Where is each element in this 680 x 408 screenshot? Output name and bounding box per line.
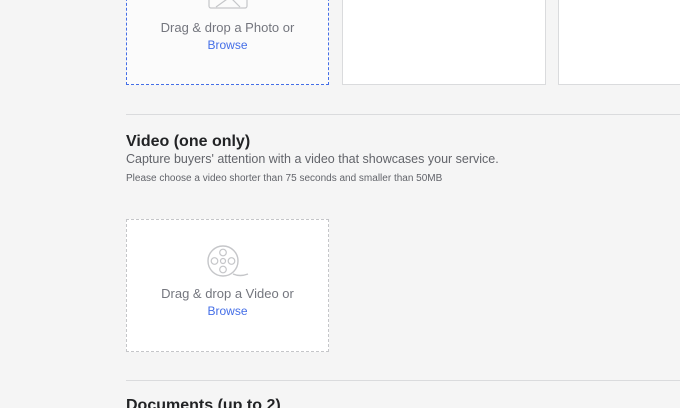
image-icon: [208, 0, 248, 9]
photo-dropzone-3[interactable]: [558, 0, 680, 85]
section-divider: [126, 114, 680, 115]
video-browse-link[interactable]: Browse: [127, 303, 328, 319]
documents-section-title: Documents (up to 2): [126, 397, 281, 408]
video-section-description: Capture buyers' attention with a video t…: [126, 152, 499, 166]
photo-browse-link[interactable]: Browse: [127, 37, 328, 53]
photo-dropzone-1[interactable]: Drag & drop a Photo or Browse: [126, 0, 329, 85]
video-drop-text: Drag & drop a Video or: [161, 286, 294, 301]
video-reel-icon: [207, 245, 249, 277]
photo-dropzone-2[interactable]: [342, 0, 546, 85]
video-section-note: Please choose a video shorter than 75 se…: [126, 173, 443, 184]
section-divider: [126, 380, 680, 381]
gallery-page: Drag & drop a Photo or Browse Video (one…: [0, 0, 680, 408]
video-section-title: Video (one only): [126, 133, 251, 150]
video-dropzone[interactable]: Drag & drop a Video or Browse: [126, 219, 329, 352]
photo-drop-text: Drag & drop a Photo or: [160, 20, 295, 35]
